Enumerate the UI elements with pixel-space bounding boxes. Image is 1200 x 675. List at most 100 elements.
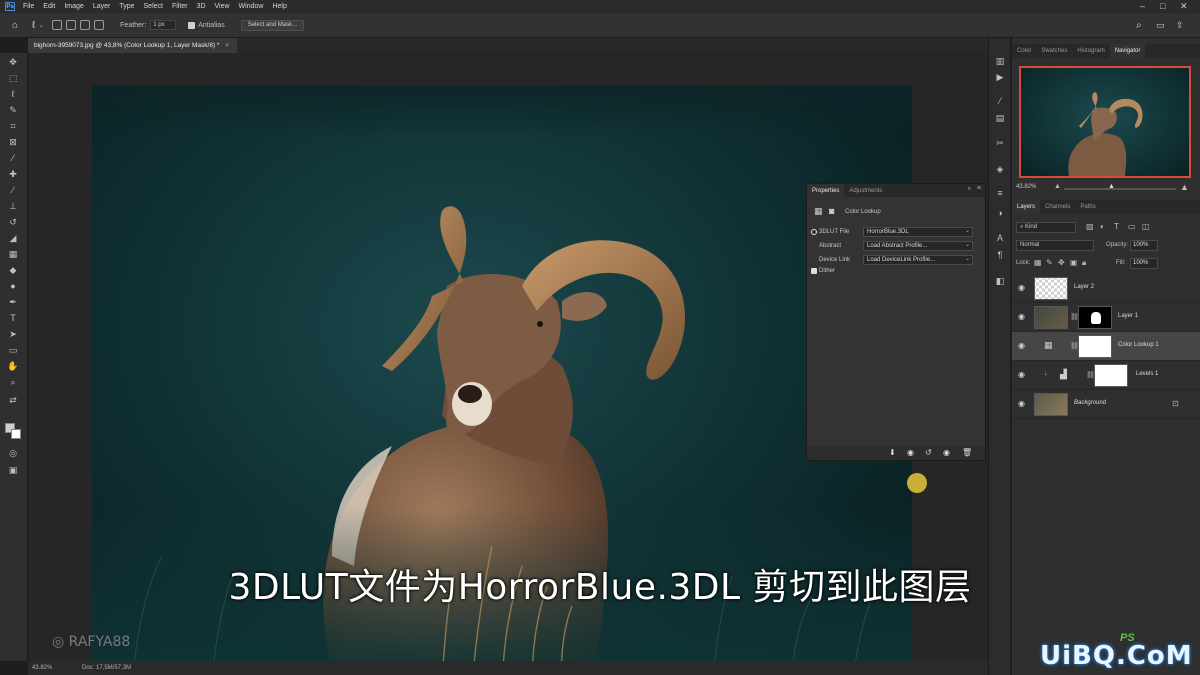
layer-mask-thumbnail[interactable] [1078, 335, 1112, 358]
path-selection-tool-icon[interactable]: ➤ [7, 329, 19, 339]
tab-layers[interactable]: Layers [1012, 200, 1041, 214]
visibility-eye-icon[interactable]: ◉ [1018, 370, 1027, 379]
move-tool-icon[interactable]: ✥ [7, 57, 19, 67]
tab-swatches[interactable]: Swatches [1036, 44, 1072, 58]
layer-name[interactable]: Layer 2 [1074, 284, 1094, 290]
select-and-mask-button[interactable]: Select and Mask... [240, 19, 305, 31]
dodge-tool-icon[interactable]: ● [7, 281, 19, 291]
workspace-icon[interactable]: ▭ [1156, 20, 1165, 31]
lasso-tool-icon[interactable]: ℓ [32, 20, 35, 31]
close-tab-icon[interactable]: × [225, 42, 229, 49]
tab-paths[interactable]: Paths [1075, 200, 1100, 214]
visibility-icon[interactable]: ◉ [943, 448, 950, 457]
pen-tool-icon[interactable]: ✒ [7, 297, 19, 307]
zoom-slider[interactable] [1064, 188, 1176, 190]
menu-select[interactable]: Select [144, 3, 163, 10]
lock-transparent-icon[interactable]: ▦ [1034, 258, 1042, 267]
chevron-down-icon[interactable]: ⌄ [38, 21, 44, 29]
lock-pixels-icon[interactable]: ✎ [1046, 258, 1053, 267]
menu-window[interactable]: Window [239, 3, 264, 10]
zoom-readout[interactable]: 43.82% [32, 661, 52, 675]
history-brush-tool-icon[interactable]: ↺ [7, 217, 19, 227]
tab-color[interactable]: Color [1012, 44, 1036, 58]
tab-channels[interactable]: Channels [1040, 200, 1075, 214]
layer-name[interactable]: Layer 1 [1118, 313, 1138, 319]
antialias-checkbox[interactable] [188, 21, 196, 29]
filter-shape-icon[interactable]: ▭ [1128, 222, 1136, 231]
maximize-icon[interactable]: □ [1160, 1, 1165, 11]
navigator-zoom-value[interactable]: 43.82% [1016, 184, 1036, 190]
mask-icon[interactable]: ◙ [829, 206, 834, 216]
tab-histogram[interactable]: Histogram [1072, 44, 1109, 58]
brush-tool-icon[interactable]: ∕ [7, 185, 19, 195]
3dlut-file-dropdown[interactable]: HorrorBlue.3DL [863, 227, 973, 237]
add-selection-icon[interactable] [66, 20, 77, 30]
new-selection-icon[interactable] [52, 20, 63, 30]
opacity-input[interactable]: 100% [1130, 240, 1158, 251]
panel-collapse-icon[interactable]: » [968, 186, 971, 192]
eyedropper-tool-icon[interactable]: ⁄ [7, 153, 19, 163]
zoom-in-icon[interactable]: ▲ [1180, 182, 1189, 192]
fill-input[interactable]: 100% [1130, 258, 1158, 269]
gradient-tool-icon[interactable]: ▦ [7, 249, 19, 259]
eraser-tool-icon[interactable]: ◢ [7, 233, 19, 243]
visibility-eye-icon[interactable]: ◉ [1018, 312, 1027, 321]
3dlut-radio[interactable] [811, 229, 817, 235]
zoom-slider-handle[interactable]: ▲ [1108, 183, 1115, 190]
device-link-dropdown[interactable]: Load DeviceLink Profile... [863, 255, 973, 265]
tab-navigator[interactable]: Navigator [1109, 44, 1146, 58]
shape-tool-icon[interactable]: ▭ [7, 345, 19, 355]
layer-name[interactable]: Color Lookup 1 [1118, 342, 1159, 348]
layer-row-color-lookup-1[interactable]: ◉ ▦ ⛓ Color Lookup 1 [1012, 332, 1200, 361]
menu-edit[interactable]: Edit [43, 3, 55, 10]
feather-input[interactable]: 1 px [150, 20, 177, 30]
filter-pixel-icon[interactable]: ▨ [1086, 222, 1094, 231]
intersect-selection-icon[interactable] [94, 20, 105, 30]
blend-mode-dropdown[interactable]: Normal [1016, 240, 1094, 251]
document-tab[interactable]: bighorn-3959073.jpg @ 43,8% (Color Looku… [28, 38, 238, 53]
lasso-tool-icon[interactable]: ℓ [7, 89, 19, 99]
minimize-icon[interactable]: – [1140, 1, 1145, 11]
abstract-dropdown[interactable]: Load Abstract Profile... [863, 241, 973, 251]
crop-tool-icon[interactable]: ⌗ [7, 121, 19, 131]
layer-filter-dropdown[interactable]: ⌕ Kind [1016, 222, 1076, 233]
layers-panel-icon[interactable]: ◧ [994, 276, 1006, 286]
menu-layer[interactable]: Layer [93, 3, 111, 10]
history-icon[interactable]: ▥ [994, 56, 1006, 66]
home-icon[interactable]: ⌂ [12, 20, 18, 31]
visibility-eye-icon[interactable]: ◉ [1018, 399, 1027, 408]
tools-presets-icon[interactable]: ✂ [994, 138, 1006, 148]
brush-settings-icon[interactable]: ⁄ [994, 96, 1006, 106]
reset-icon[interactable]: ↺ [925, 448, 932, 457]
panel-menu-icon[interactable]: ≡ [977, 185, 981, 192]
quick-select-tool-icon[interactable]: ✎ [7, 105, 19, 115]
menu-file[interactable]: File [23, 3, 34, 10]
subtract-selection-icon[interactable] [80, 20, 91, 30]
swap-colors-icon[interactable]: ⇄ [7, 395, 19, 405]
3d-icon[interactable]: ◈ [994, 164, 1006, 174]
color-icon[interactable]: ◑ [994, 208, 1006, 218]
tab-properties[interactable]: Properties [807, 183, 845, 198]
layer-mask-thumbnail[interactable] [1094, 364, 1128, 387]
layer-row-background[interactable]: ◉ Background ⊡ [1012, 390, 1200, 419]
menu-image[interactable]: Image [64, 3, 83, 10]
view-previous-icon[interactable]: ◉ [907, 448, 914, 457]
quick-mask-icon[interactable]: ◎ [7, 448, 19, 458]
play-actions-icon[interactable]: ▶ [994, 72, 1006, 82]
filter-adjustment-icon[interactable]: ◐ [1100, 222, 1105, 231]
hand-tool-icon[interactable]: ✋ [7, 361, 19, 371]
navigator-thumbnail[interactable] [1019, 66, 1191, 178]
healing-brush-tool-icon[interactable]: ✚ [7, 169, 19, 179]
menu-filter[interactable]: Filter [172, 3, 188, 10]
delete-icon[interactable]: 🗑︎ [962, 448, 972, 457]
lock-artboard-icon[interactable]: ▣ [1070, 258, 1078, 267]
menu-type[interactable]: Type [119, 3, 134, 10]
lock-all-icon[interactable]: 🔒︎ [1082, 258, 1086, 268]
layer-mask-thumbnail[interactable] [1078, 306, 1112, 329]
menu-3d[interactable]: 3D [197, 3, 206, 10]
visibility-eye-icon[interactable]: ◉ [1018, 283, 1027, 292]
properties-panel-icon[interactable]: ≡ [994, 188, 1006, 198]
character-icon[interactable]: A [994, 233, 1006, 243]
clip-to-layer-icon[interactable]: ⬇ [889, 448, 896, 457]
blur-tool-icon[interactable]: ◆ [7, 265, 19, 275]
